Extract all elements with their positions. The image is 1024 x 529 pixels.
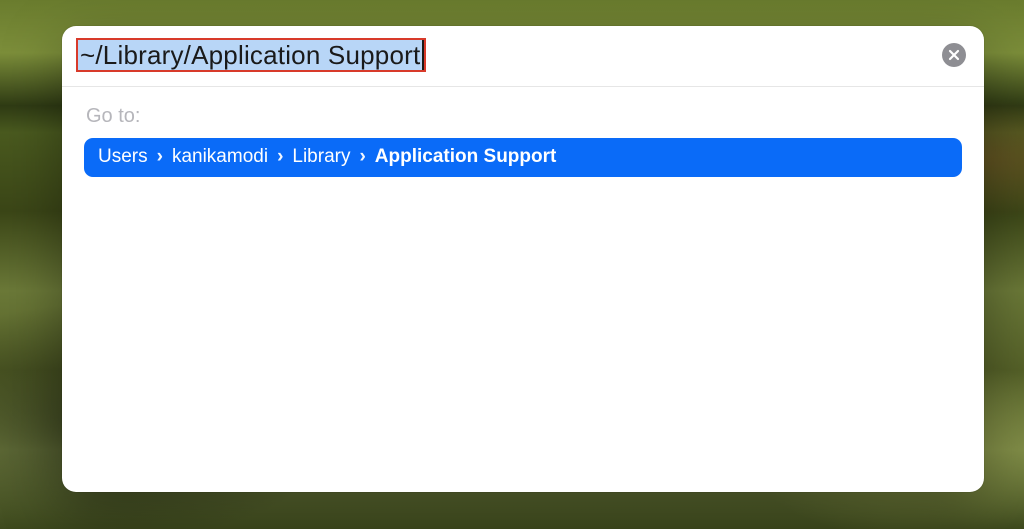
breadcrumb-segment: Library bbox=[292, 146, 350, 168]
breadcrumb-segment: kanikamodi bbox=[172, 146, 268, 168]
dialog-body: Go to: Users › kanikamodi › Library › Ap… bbox=[62, 87, 984, 191]
breadcrumb-segment: Users bbox=[98, 146, 148, 168]
close-icon bbox=[948, 49, 960, 61]
chevron-right-icon: › bbox=[359, 146, 365, 168]
path-input[interactable]: ~/Library/Application Support bbox=[78, 40, 424, 70]
breadcrumb-segment-final: Application Support bbox=[375, 146, 557, 168]
chevron-right-icon: › bbox=[157, 146, 163, 168]
chevron-right-icon: › bbox=[277, 146, 283, 168]
annotation-highlight-box: ~/Library/Application Support bbox=[76, 38, 426, 72]
goto-label: Go to: bbox=[86, 105, 962, 128]
go-to-folder-dialog: ~/Library/Application Support Go to: Use… bbox=[62, 26, 984, 492]
path-input-row: ~/Library/Application Support bbox=[62, 26, 984, 87]
clear-input-button[interactable] bbox=[942, 43, 966, 67]
breadcrumb-result-row[interactable]: Users › kanikamodi › Library › Applicati… bbox=[84, 138, 962, 177]
